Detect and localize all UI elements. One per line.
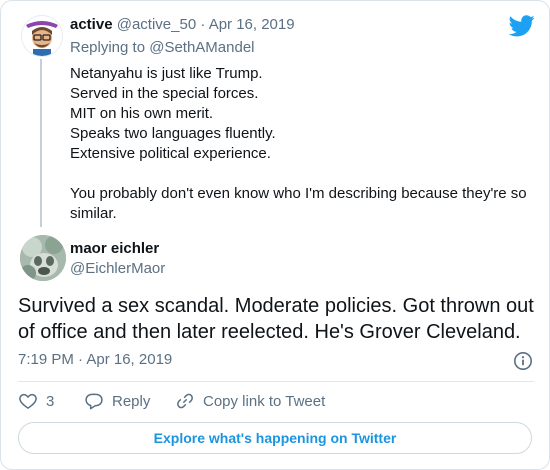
copy-link-button[interactable]: Copy link to Tweet [175,391,325,411]
main-tweet-text: Survived a sex scandal. Moderate policie… [18,295,534,343]
thread-connector-line [40,59,42,227]
tweet-timestamp[interactable]: 7:19 PM · Apr 16, 2019 [18,351,172,368]
like-button[interactable]: 3 [18,391,54,411]
link-icon [177,393,193,409]
reply-tweet-text: Netanyahu is just like Trump. Served in … [70,64,535,224]
reply-text-spacer [70,164,535,184]
reply-date[interactable]: Apr 16, 2019 [209,16,295,33]
like-count: 3 [46,392,55,410]
heart-icon [19,393,37,409]
reply-separator: · [200,16,206,33]
replying-to-mention[interactable]: @SethAMandel [149,39,254,56]
reply-text-line: Speaks two languages fluently. [70,125,276,142]
main-author-name[interactable]: maor eichler [70,240,159,257]
reply-text-line: MIT on his own merit. [70,105,214,122]
profile-photo-icon [20,235,66,281]
reply-bubble-icon [85,393,103,410]
main-author-handle[interactable]: @EichlerMaor [70,260,165,277]
main-avatar[interactable] [20,235,66,281]
reply-label: Reply [112,392,151,410]
reply-text-line: Served in the special forces. [70,85,259,102]
reply-text-closing: You probably don't even know who I'm des… [70,185,527,222]
tweet-embed-card: active @active_50 · Apr 16, 2019 Replyin… [0,0,550,470]
reply-author-name[interactable]: active [70,16,113,33]
reply-text-line: Extensive political experience. [70,145,271,162]
twitter-bird-icon[interactable] [509,15,535,37]
divider [18,381,534,382]
reply-header: active @active_50 · Apr 16, 2019 [70,15,295,35]
reply-text-line: Netanyahu is just like Trump. [70,65,263,82]
replying-prefix: Replying to [70,39,146,56]
explore-twitter-button[interactable]: Explore what's happening on Twitter [18,422,532,454]
reply-avatar[interactable] [21,15,63,57]
copy-link-label: Copy link to Tweet [203,392,326,410]
info-icon[interactable] [513,351,533,371]
reply-button[interactable]: Reply [84,391,150,411]
replying-to-line: Replying to @SethAMandel [70,38,255,58]
bitmoji-avatar-icon [22,16,62,56]
reply-author-handle[interactable]: @active_50 [117,16,196,33]
